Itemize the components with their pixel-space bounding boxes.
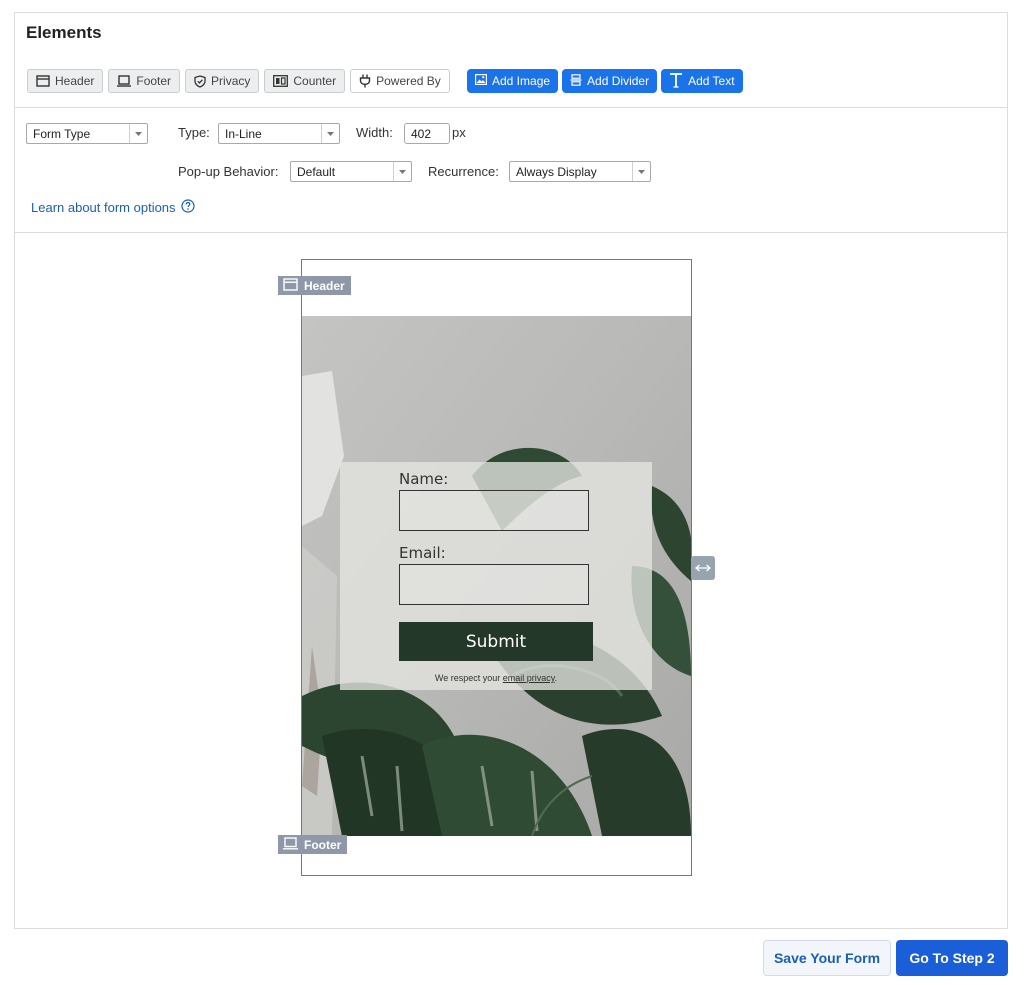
save-form-button[interactable]: Save Your Form [763,940,891,976]
privacy-notice: We respect your email privacy. [340,673,652,683]
counter-element-button[interactable]: Counter [264,69,346,93]
header-tag[interactable]: Header [278,276,351,295]
section-divider [15,107,1007,108]
submit-button[interactable]: Submit [399,622,593,661]
go-to-step-2-button[interactable]: Go To Step 2 [896,940,1008,976]
add-divider-button[interactable]: Add Divider [562,69,658,93]
chevron-down-icon [632,162,650,181]
add-image-button[interactable]: Add Image [467,69,559,93]
form-type-select[interactable]: Form Type [26,123,148,144]
type-value: In-Line [225,126,262,141]
footer-tag[interactable]: Footer [278,835,348,854]
name-label: Name: [399,470,449,488]
header-element-label: Header [55,74,95,88]
name-field[interactable] [399,490,589,531]
plug-icon [359,74,371,88]
header-icon [283,277,298,294]
add-text-label: Add Text [688,74,735,88]
add-image-label: Add Image [492,74,551,88]
header-element-button[interactable]: Header [27,69,104,93]
privacy-element-label: Privacy [211,74,251,88]
privacy-suffix: . [554,673,558,683]
text-icon [669,72,683,91]
footer-icon [117,75,132,87]
shield-icon [194,74,206,88]
footer-tag-label: Footer [304,837,342,852]
chevron-down-icon [321,124,339,143]
signup-form: Name: Email: Submit We respect your emai… [340,462,652,690]
width-label: Width: [356,125,393,140]
form-type-value: Form Type [33,126,91,141]
footer-element-label: Footer [136,74,172,88]
email-label: Email: [399,544,446,562]
panel-title: Elements [26,23,102,42]
width-unit: px [452,125,466,140]
help-icon [180,199,195,216]
footer-element-button[interactable]: Footer [108,69,181,93]
footer-icon [283,836,298,853]
header-icon [36,75,50,87]
type-select[interactable]: In-Line [218,123,340,144]
privacy-prefix: We respect your [434,673,503,683]
recurrence-select[interactable]: Always Display [509,161,651,182]
popup-behavior-select[interactable]: Default [290,161,412,182]
add-text-button[interactable]: Add Text [661,69,743,93]
email-privacy-link[interactable]: email privacy [503,673,555,683]
learn-form-options-link[interactable]: Learn about form options [31,199,195,216]
divider-icon [570,73,582,89]
form-preview-canvas: Name: Email: Submit We respect your emai… [301,259,692,876]
horizontal-arrows-icon [695,559,711,577]
add-divider-label: Add Divider [587,74,650,88]
width-input[interactable]: 402 [404,123,450,144]
recurrence-value: Always Display [516,164,597,179]
add-buttons-row: Add Image Add Divider Add Text [467,69,743,93]
type-label: Type: [178,125,210,140]
popup-behavior-label: Pop-up Behavior: [178,164,279,179]
section-divider [15,232,1007,233]
powered-by-element-label: Powered By [376,74,441,88]
privacy-element-button[interactable]: Privacy [185,69,260,93]
recurrence-label: Recurrence: [428,164,499,179]
learn-form-options-label: Learn about form options [31,200,176,215]
chevron-down-icon [393,162,411,181]
header-tag-label: Header [304,278,345,293]
counter-icon [273,75,289,87]
image-icon [475,74,488,88]
powered-by-element-button[interactable]: Powered By [350,69,450,93]
background-image: Name: Email: Submit We respect your emai… [302,316,691,836]
email-field[interactable] [399,564,589,605]
popup-behavior-value: Default [297,164,336,179]
element-buttons-row: Header Footer Privacy Counter Powered By [27,69,450,93]
counter-element-label: Counter [293,74,337,88]
chevron-down-icon [129,124,147,143]
width-resize-handle[interactable] [691,556,715,580]
